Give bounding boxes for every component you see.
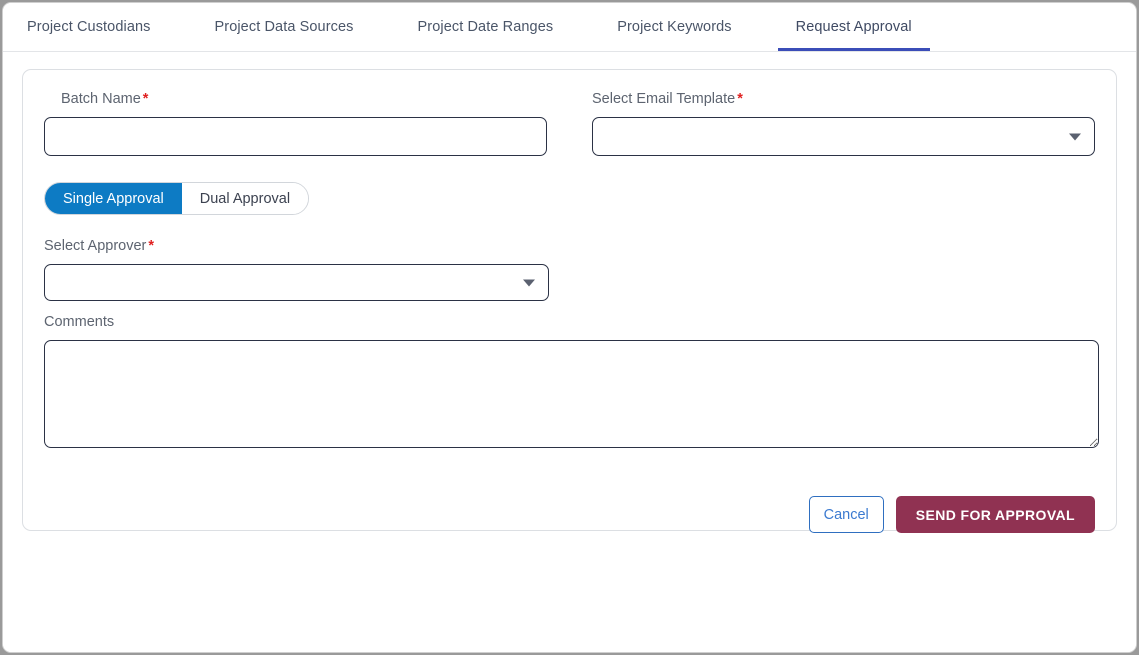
tab-label: Project Date Ranges (417, 19, 554, 35)
batch-name-input[interactable] (44, 117, 547, 156)
approver-label: Select Approver * (44, 237, 549, 255)
form-actions: Cancel SEND FOR APPROVAL (44, 496, 1095, 533)
approval-mode-toggle-group: Single Approval Dual Approval (44, 182, 310, 215)
tab-project-custodians[interactable]: Project Custodians (9, 3, 169, 51)
tab-label: Request Approval (795, 19, 912, 35)
batch-name-field: Batch Name * (44, 90, 547, 156)
comments-label: Comments (44, 314, 115, 330)
tab-label: Project Keywords (617, 19, 732, 35)
email-template-select[interactable] (592, 117, 1095, 156)
required-asterisk: * (142, 91, 149, 107)
approver-field: Select Approver * (44, 237, 549, 301)
toggle-dual-approval[interactable]: Dual Approval (181, 183, 309, 214)
tab-project-date-ranges[interactable]: Project Date Ranges (400, 3, 572, 51)
email-template-label: Select Email Template * (592, 90, 1095, 108)
batch-name-label-text: Batch Name (61, 91, 141, 107)
batch-name-label: Batch Name * (44, 90, 547, 108)
comments-textarea[interactable] (44, 340, 1099, 448)
tab-label: Project Custodians (27, 19, 151, 35)
email-template-field: Select Email Template * (592, 90, 1095, 156)
tab-label: Project Data Sources (214, 19, 354, 35)
form-row-top: Batch Name * Select Email Template * (44, 90, 1095, 156)
tab-project-keywords[interactable]: Project Keywords (599, 3, 749, 51)
required-asterisk: * (737, 91, 743, 107)
approver-select[interactable] (44, 264, 549, 301)
comments-field: Comments (44, 313, 1099, 448)
required-asterisk: * (148, 238, 155, 254)
email-template-select-wrap (592, 117, 1095, 156)
cancel-button[interactable]: Cancel (808, 496, 884, 533)
toggle-single-approval[interactable]: Single Approval (45, 183, 182, 214)
approver-label-text: Select Approver (44, 238, 147, 254)
approver-select-wrap (44, 264, 549, 301)
app-window: Project Custodians Project Data Sources … (2, 2, 1137, 653)
tab-bar: Project Custodians Project Data Sources … (3, 3, 1136, 52)
email-template-label-text: Select Email Template (592, 91, 736, 107)
send-for-approval-button[interactable]: SEND FOR APPROVAL (895, 496, 1095, 533)
content-area: Batch Name * Select Email Template * Sin… (3, 52, 1136, 652)
tab-project-data-sources[interactable]: Project Data Sources (197, 3, 372, 51)
tab-request-approval[interactable]: Request Approval (777, 3, 930, 51)
request-approval-card: Batch Name * Select Email Template * Sin… (22, 69, 1117, 533)
